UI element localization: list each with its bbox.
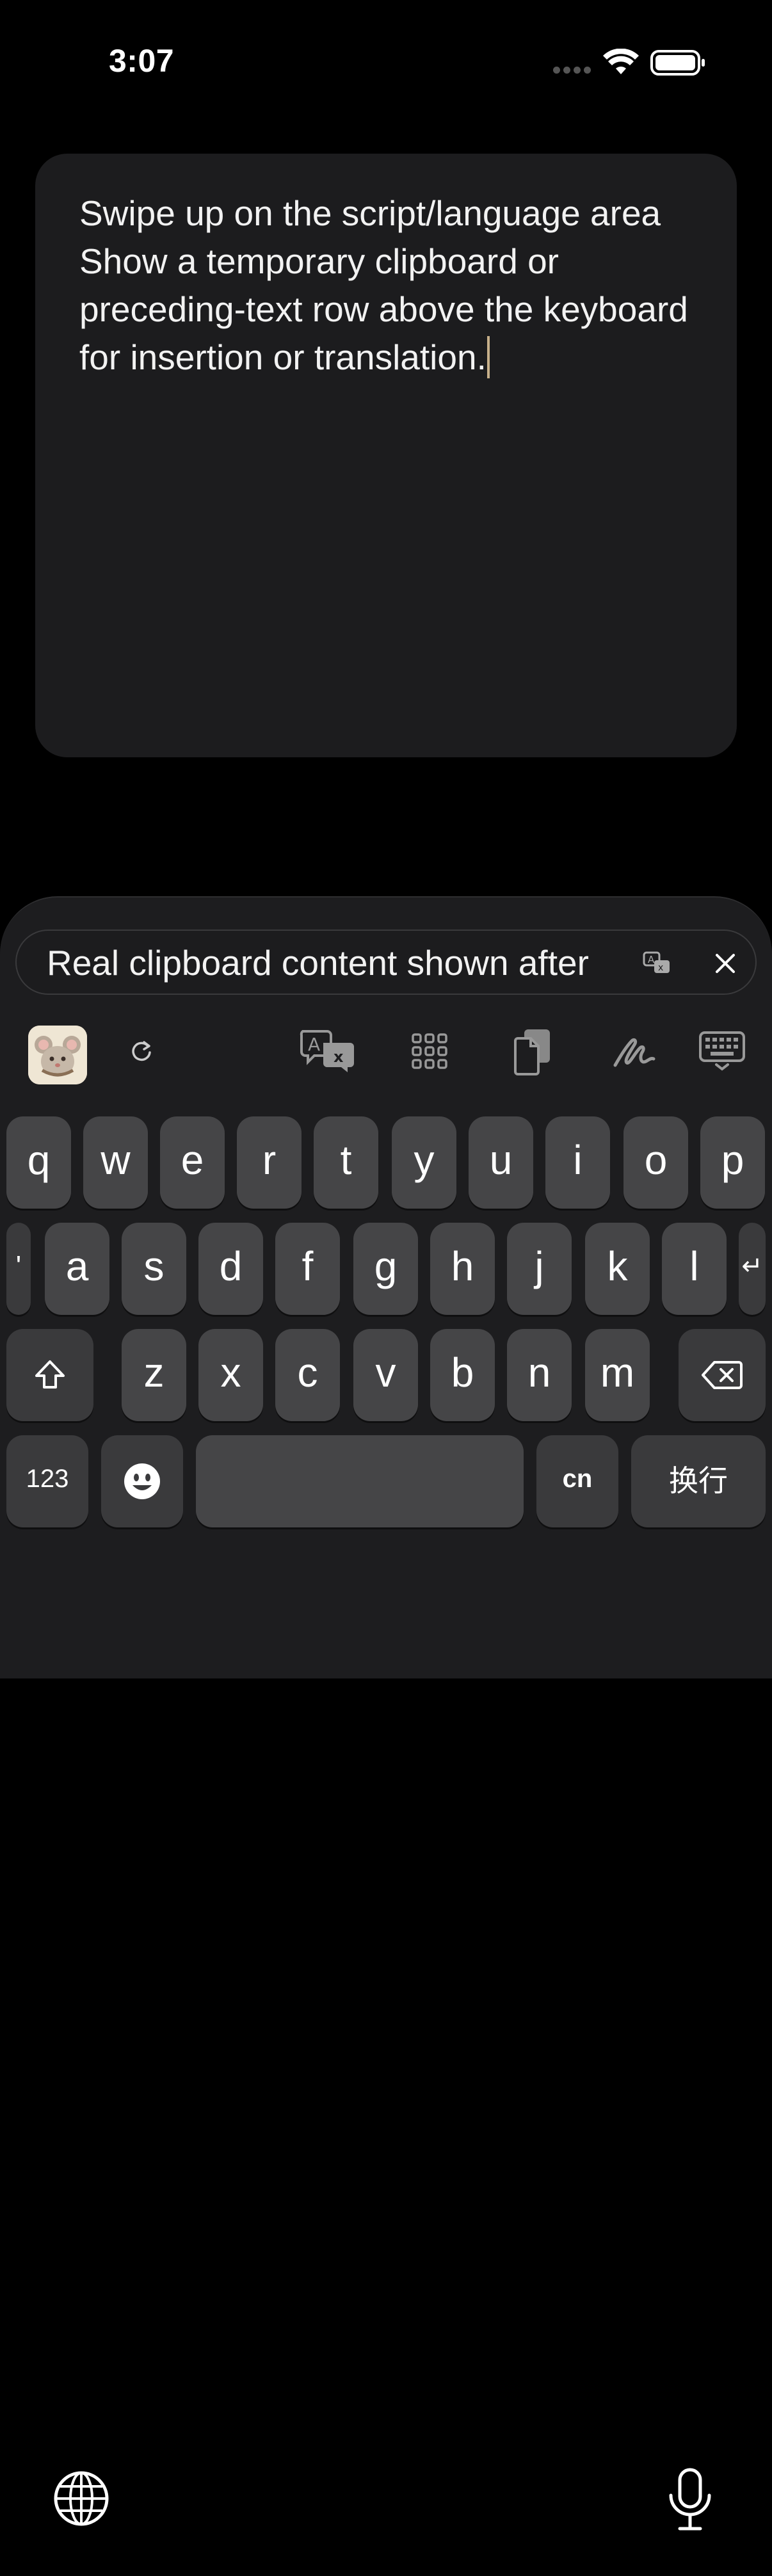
svg-text:x: x bbox=[658, 963, 663, 973]
note-editor[interactable]: Swipe up on the script/language area Sho… bbox=[35, 154, 737, 757]
key-r[interactable]: r bbox=[237, 1116, 302, 1209]
text-caret bbox=[487, 336, 490, 378]
svg-text:x: x bbox=[334, 1048, 344, 1066]
key-apostrophe[interactable]: ' bbox=[6, 1223, 31, 1315]
key-d[interactable]: d bbox=[198, 1223, 263, 1315]
key-b[interactable]: b bbox=[430, 1329, 495, 1421]
numbers-key[interactable]: 123 bbox=[6, 1435, 88, 1527]
handwriting-icon bbox=[613, 1038, 655, 1067]
battery-icon bbox=[650, 50, 705, 76]
clipboard-icon bbox=[514, 1029, 550, 1075]
mouse-mascot-icon bbox=[28, 1026, 87, 1084]
delete-key[interactable] bbox=[679, 1329, 766, 1421]
svg-text:A: A bbox=[308, 1034, 320, 1055]
shift-key[interactable] bbox=[6, 1329, 93, 1421]
clipboard-button[interactable] bbox=[510, 1019, 554, 1083]
key-v[interactable]: v bbox=[353, 1329, 418, 1421]
key-y[interactable]: y bbox=[392, 1116, 456, 1209]
key-f[interactable]: f bbox=[275, 1223, 340, 1315]
grid-button[interactable] bbox=[407, 1019, 452, 1083]
key-n[interactable]: n bbox=[507, 1329, 572, 1421]
close-icon[interactable] bbox=[713, 951, 737, 976]
translate-icon[interactable]: A x bbox=[643, 950, 672, 977]
key-e[interactable]: e bbox=[160, 1116, 225, 1209]
key-q[interactable]: q bbox=[6, 1116, 71, 1209]
key-w[interactable]: w bbox=[83, 1116, 148, 1209]
key-s[interactable]: s bbox=[122, 1223, 186, 1315]
key-j[interactable]: j bbox=[507, 1223, 572, 1315]
wifi-icon bbox=[603, 49, 639, 74]
key-g[interactable]: g bbox=[353, 1223, 418, 1315]
key-h[interactable]: h bbox=[430, 1223, 495, 1315]
return-key[interactable]: 换行 bbox=[631, 1435, 766, 1527]
svg-text:A: A bbox=[648, 954, 655, 965]
microphone-icon[interactable] bbox=[666, 2467, 714, 2534]
key-enter-small[interactable]: ↵ bbox=[739, 1223, 766, 1315]
keyboard-hide-icon bbox=[699, 1031, 745, 1071]
shift-icon bbox=[35, 1360, 65, 1389]
key-i[interactable]: i bbox=[545, 1116, 610, 1209]
emoji-key[interactable] bbox=[101, 1435, 183, 1527]
key-z[interactable]: z bbox=[122, 1329, 186, 1421]
key-o[interactable]: o bbox=[623, 1116, 688, 1209]
clipboard-suggestion-row[interactable]: Real clipboard content shown after A x bbox=[15, 930, 757, 995]
key-a[interactable]: a bbox=[45, 1223, 109, 1315]
key-u[interactable]: u bbox=[469, 1116, 533, 1209]
key-p[interactable]: p bbox=[700, 1116, 765, 1209]
hide-keyboard-button[interactable] bbox=[698, 1019, 746, 1083]
app-logo[interactable] bbox=[28, 1026, 87, 1084]
key-c[interactable]: c bbox=[275, 1329, 340, 1421]
key-l[interactable]: l bbox=[662, 1223, 727, 1315]
clipboard-text[interactable]: Real clipboard content shown after bbox=[47, 942, 623, 983]
key-t[interactable]: t bbox=[314, 1116, 378, 1209]
key-k[interactable]: k bbox=[585, 1223, 650, 1315]
status-bar: 3:07 bbox=[0, 0, 772, 122]
cellular-dots-icon bbox=[553, 67, 591, 74]
keyboard-bottom-bar bbox=[0, 2459, 772, 2576]
handwriting-button[interactable] bbox=[608, 1019, 659, 1083]
space-key[interactable] bbox=[196, 1435, 524, 1527]
delete-icon bbox=[702, 1361, 743, 1389]
grid-icon bbox=[412, 1033, 447, 1069]
refresh-icon bbox=[132, 1041, 151, 1061]
keyboard: Real clipboard content shown after A x A… bbox=[0, 896, 772, 2531]
refresh-button[interactable] bbox=[125, 1019, 157, 1083]
translate-icon: A x bbox=[300, 1030, 354, 1072]
globe-icon[interactable] bbox=[52, 2470, 110, 2527]
key-m[interactable]: m bbox=[585, 1329, 650, 1421]
key-x[interactable]: x bbox=[198, 1329, 263, 1421]
emoji-icon bbox=[124, 1463, 160, 1499]
note-text[interactable]: Swipe up on the script/language area Sho… bbox=[79, 193, 688, 377]
status-time: 3:07 bbox=[109, 43, 175, 79]
keyboard-toolbar: A x bbox=[0, 1019, 772, 1096]
language-key[interactable]: cn bbox=[536, 1435, 618, 1527]
translate-button[interactable]: A x bbox=[297, 1019, 358, 1083]
